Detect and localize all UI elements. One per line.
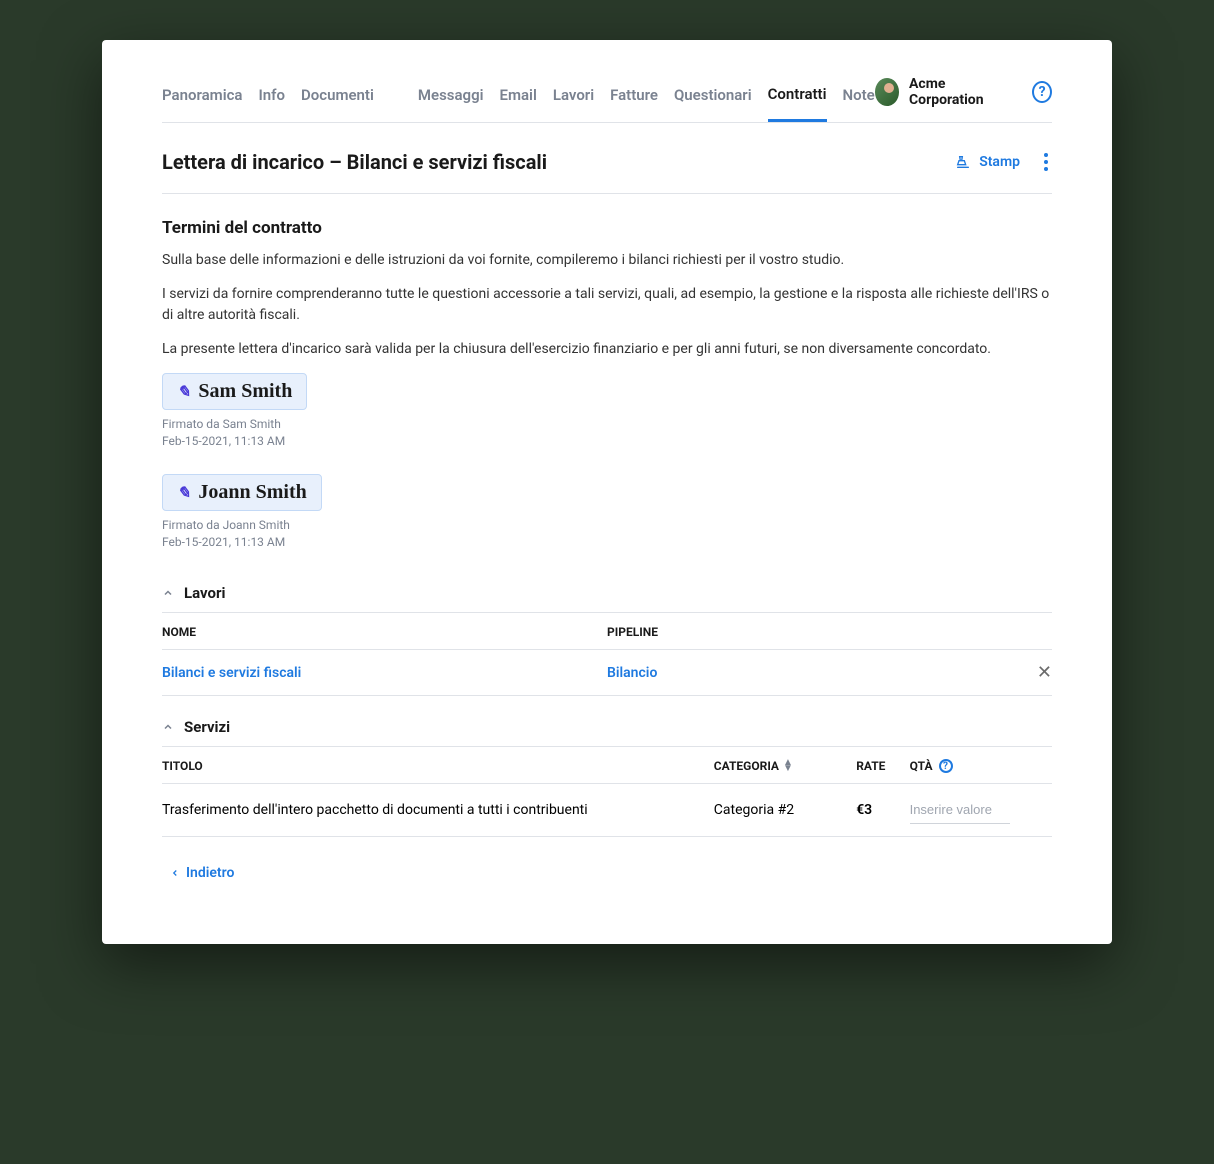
help-icon[interactable]: ?: [1032, 81, 1052, 103]
tab-contratti[interactable]: Contratti: [768, 77, 827, 122]
contract-paragraph: I servizi da fornire comprenderanno tutt…: [162, 284, 1052, 325]
tab-documenti[interactable]: Documenti: [301, 78, 374, 120]
chevron-up-icon: [162, 721, 174, 733]
tab-info[interactable]: Info: [258, 78, 285, 120]
signature-meta-signer: Firmato da Joann Smith: [162, 517, 1052, 534]
signature-icon: ✎: [177, 382, 190, 401]
quantity-input[interactable]: [910, 796, 1010, 824]
top-nav: Panoramica Info Documenti Messaggi Email…: [162, 40, 1052, 123]
signature-meta-time: Feb-15-2021, 11:13 AM: [162, 433, 1052, 450]
tab-panoramica[interactable]: Panoramica: [162, 78, 242, 120]
tab-email[interactable]: Email: [500, 78, 537, 120]
chevron-left-icon: [170, 866, 180, 880]
signature-icon: ✎: [177, 483, 190, 502]
table-row: Trasferimento dell'intero pacchetto di d…: [162, 784, 1052, 837]
account-name: Acme Corporation: [909, 76, 1008, 108]
lavori-col-nome[interactable]: NOME: [162, 613, 607, 650]
signature-block: ✎ Sam Smith Firmato da Sam Smith Feb-15-…: [162, 373, 1052, 450]
servizi-section-title: Servizi: [184, 718, 230, 736]
servizi-col-qta[interactable]: QTÀ ?: [910, 747, 1052, 784]
servizi-col-titolo[interactable]: TITOLO: [162, 747, 714, 784]
account-menu[interactable]: Acme Corporation: [875, 76, 1009, 108]
page-title: Lettera di incarico – Bilanci e servizi …: [162, 150, 547, 174]
back-button[interactable]: Indietro: [170, 865, 234, 881]
signature-block: ✎ Joann Smith Firmato da Joann Smith Feb…: [162, 474, 1052, 551]
chevron-up-icon: [162, 587, 174, 599]
signature-meta-time: Feb-15-2021, 11:13 AM: [162, 534, 1052, 551]
back-label: Indietro: [186, 865, 234, 881]
servizi-titolo: Trasferimento dell'intero pacchetto di d…: [162, 784, 714, 837]
signature-box[interactable]: ✎ Sam Smith: [162, 373, 307, 410]
stamp-button[interactable]: Stamp: [955, 154, 1020, 170]
tab-lavori[interactable]: Lavori: [553, 78, 594, 120]
lavori-table: NOME PIPELINE Bilanci e servizi fiscali …: [162, 613, 1052, 696]
signature-meta-signer: Firmato da Sam Smith: [162, 416, 1052, 433]
servizi-rate: €3: [856, 784, 909, 837]
more-menu-icon[interactable]: [1040, 149, 1052, 175]
lavori-pipeline-link[interactable]: Bilancio: [607, 665, 657, 681]
servizi-section-toggle[interactable]: Servizi: [162, 708, 1052, 747]
lavori-col-pipeline[interactable]: PIPELINE: [607, 613, 1022, 650]
lavori-section-title: Lavori: [184, 584, 225, 602]
avatar: [875, 78, 899, 106]
signature-name: Sam Smith: [198, 380, 292, 403]
tab-fatture[interactable]: Fatture: [610, 78, 658, 120]
tab-messaggi[interactable]: Messaggi: [418, 78, 484, 120]
tab-list: Panoramica Info Documenti Messaggi Email…: [162, 77, 875, 122]
contract-terms-heading: Termini del contratto: [162, 218, 1052, 238]
servizi-table: TITOLO CATEGORIA ▲▼ RATE QTÀ ? T: [162, 747, 1052, 837]
lavori-section-toggle[interactable]: Lavori: [162, 574, 1052, 613]
lavori-nome-link[interactable]: Bilanci e servizi fiscali: [162, 665, 301, 681]
tab-note[interactable]: Note: [843, 78, 875, 120]
signature-name: Joann Smith: [198, 481, 306, 504]
table-row: Bilanci e servizi fiscali Bilancio ✕: [162, 650, 1052, 696]
signature-box[interactable]: ✎ Joann Smith: [162, 474, 322, 511]
help-icon[interactable]: ?: [939, 759, 953, 773]
servizi-col-rate[interactable]: RATE: [856, 747, 909, 784]
stamp-label: Stamp: [979, 154, 1020, 170]
servizi-categoria: Categoria #2: [714, 784, 856, 837]
servizi-col-categoria[interactable]: CATEGORIA ▲▼: [714, 747, 856, 784]
stamp-icon: [955, 154, 971, 170]
delete-row-icon[interactable]: ✕: [1022, 650, 1052, 696]
tab-questionari[interactable]: Questionari: [674, 78, 752, 120]
sort-icon: ▲▼: [783, 760, 793, 772]
contract-paragraph: La presente lettera d'incarico sarà vali…: [162, 339, 1052, 359]
contract-paragraph: Sulla base delle informazioni e delle is…: [162, 250, 1052, 270]
